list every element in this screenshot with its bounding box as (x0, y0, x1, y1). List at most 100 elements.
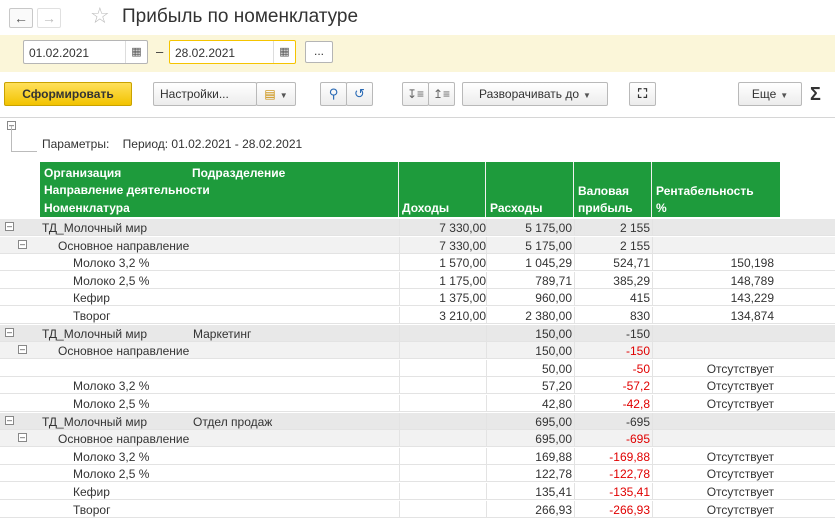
table-row[interactable]: Творог 3 210,00 2 380,00 830 134,874 (0, 307, 835, 324)
table-row-group[interactable]: – ТД_Молочный мир Отдел продаж 695,00 -695 (0, 412, 835, 430)
column-divider (574, 219, 575, 236)
table-row[interactable]: Молоко 2,5 % 122,78 -122,78 Отсутствует (0, 465, 835, 483)
cell-income: 7 330,00 (439, 221, 486, 235)
collapse-icon[interactable]: – (18, 239, 27, 249)
search-clear-button[interactable]: ↺ (346, 82, 373, 106)
table-row-subgroup[interactable]: – Основное направление 695,00 -695 (0, 430, 835, 448)
period-select-button[interactable]: ... (305, 41, 333, 63)
column-divider (652, 359, 653, 377)
cell-rent: 143,229 (730, 291, 774, 306)
calendar-icon[interactable]: ▦ (273, 41, 295, 63)
column-divider (399, 359, 400, 377)
title-bar: ← → ☆ Прибыль по номенклатуре (0, 0, 835, 34)
more-button[interactable]: Еще ▼ (738, 82, 802, 106)
header-profitability-2[interactable]: % (656, 201, 667, 215)
row-subdivision: Маркетинг (193, 326, 252, 341)
table-row-subgroup[interactable]: – Основное направление 150,00 -150 (0, 342, 835, 360)
table-row-group[interactable]: – ТД_Молочный мир Маркетинг 150,00 -150 (0, 324, 835, 342)
date-to-value[interactable]: 28.02.2021 (175, 46, 235, 60)
header-gross-profit-1[interactable]: Валовая (578, 184, 629, 198)
column-divider (652, 447, 653, 465)
sum-icon[interactable]: Σ (810, 84, 821, 105)
table-row[interactable]: Молоко 3,2 % 1 570,00 1 045,29 524,71 150,19… (0, 254, 835, 272)
table-row[interactable]: 50,00 -50 Отсутствует (0, 359, 835, 377)
header-gross-profit-2[interactable]: прибыль (578, 201, 633, 215)
column-divider (399, 430, 400, 448)
collapse-icon[interactable]: – (18, 345, 27, 355)
header-expenses[interactable]: Расходы (490, 201, 542, 215)
column-divider (574, 447, 575, 465)
column-divider (574, 377, 575, 395)
collapse-icon[interactable]: – (5, 327, 14, 337)
search-button[interactable]: ⚲ (320, 82, 347, 106)
cell-expenses: 42,80 (541, 397, 572, 411)
column-divider (399, 219, 400, 236)
header-subdivision[interactable]: Подразделение (192, 166, 285, 180)
column-divider (574, 500, 575, 518)
header-direction[interactable]: Направление деятельности (44, 183, 210, 197)
forward-arrow-icon[interactable]: → (37, 8, 61, 28)
back-arrow-icon[interactable]: ← (9, 8, 33, 28)
favorite-star-icon[interactable]: ☆ (90, 4, 110, 28)
table-row[interactable]: Кефир 135,41 -135,41 Отсутствует (0, 483, 835, 500)
column-divider (486, 447, 487, 465)
date-from-field[interactable]: 01.02.2021 ▦ (23, 40, 148, 64)
cell-expenses: 57,20 (541, 379, 572, 394)
collapse-icon[interactable]: – (5, 222, 14, 231)
header-organization[interactable]: Организация (44, 166, 121, 180)
cell-expenses: 50,00 (541, 361, 572, 376)
collapse-icon[interactable]: – (5, 415, 14, 425)
header-nomenclature[interactable]: Номенклатура (44, 201, 130, 215)
expand-to-button[interactable]: Разворачивать до ▼ (462, 82, 608, 106)
column-divider (486, 289, 487, 307)
cell-rent: 150,198 (730, 256, 774, 271)
report-variant-button[interactable]: ▤ ▼ (256, 82, 296, 106)
table-row[interactable]: Молоко 2,5 % 1 175,00 789,71 385,29 148,789 (0, 271, 835, 289)
row-name: Кефир (73, 291, 110, 306)
column-divider (399, 447, 400, 465)
row-name: Молоко 3,2 % (73, 256, 150, 271)
sort-ascending-button[interactable]: ↥≡ (428, 82, 455, 106)
fullscreen-button[interactable]: ⛶ (629, 82, 656, 106)
table-row-subgroup[interactable]: – Основное направление 7 330,00 5 175,00 2 1… (0, 236, 835, 254)
column-divider (652, 377, 653, 395)
sort-descending-button[interactable]: ↧≡ (402, 82, 429, 106)
table-row[interactable]: Молоко 3,2 % 169,88 -169,88 Отсутствует (0, 447, 835, 465)
row-name: Кефир (73, 485, 110, 499)
table-row[interactable]: Творог 266,93 -266,93 Отсутствует (0, 500, 835, 518)
settings-button[interactable]: Настройки... (153, 82, 257, 106)
column-divider (652, 483, 653, 500)
report-parameters: Параметры: Период: 01.02.2021 - 28.02.20… (42, 137, 302, 151)
header-profitability-1[interactable]: Рентабельность (656, 184, 754, 198)
cell-income: 7 330,00 (439, 238, 486, 253)
cell-gross: 2 155 (619, 238, 650, 253)
cell-rent: 148,789 (730, 273, 774, 288)
column-divider (652, 430, 653, 448)
date-from-value[interactable]: 01.02.2021 (29, 46, 89, 60)
row-name: Молоко 2,5 % (73, 467, 150, 482)
search-icon: ⚲ (328, 86, 339, 101)
table-row[interactable]: Молоко 2,5 % 42,80 -42,8 Отсутствует (0, 395, 835, 412)
cell-expenses: 960,00 (535, 291, 572, 306)
cell-income: 1 175,00 (439, 273, 486, 288)
collapse-icon[interactable]: – (18, 433, 27, 443)
sort-descending-icon: ↧≡ (406, 87, 425, 101)
cell-gross: -150 (625, 326, 650, 341)
column-divider (486, 271, 487, 289)
date-to-field[interactable]: 28.02.2021 ▦ (169, 40, 296, 64)
column-divider (574, 430, 575, 448)
header-divider (485, 162, 486, 217)
table-row[interactable]: Молоко 3,2 % 57,20 -57,2 Отсутствует (0, 377, 835, 395)
cell-gross: -135,41 (609, 485, 650, 499)
header-income[interactable]: Доходы (402, 201, 449, 215)
generate-button[interactable]: Сформировать (4, 82, 132, 106)
cell-expenses: 789,71 (535, 273, 572, 288)
table-row[interactable]: Кефир 1 375,00 960,00 415 143,229 (0, 289, 835, 307)
chevron-down-icon: ▼ (583, 91, 591, 100)
cell-rent: 134,874 (730, 309, 774, 323)
column-divider (486, 307, 487, 324)
table-row-group[interactable]: – ТД_Молочный мир 7 330,00 5 175,00 2 155 (0, 219, 835, 236)
parameters-label: Параметры: (42, 137, 110, 151)
calendar-icon[interactable]: ▦ (125, 41, 147, 63)
column-divider (652, 307, 653, 324)
